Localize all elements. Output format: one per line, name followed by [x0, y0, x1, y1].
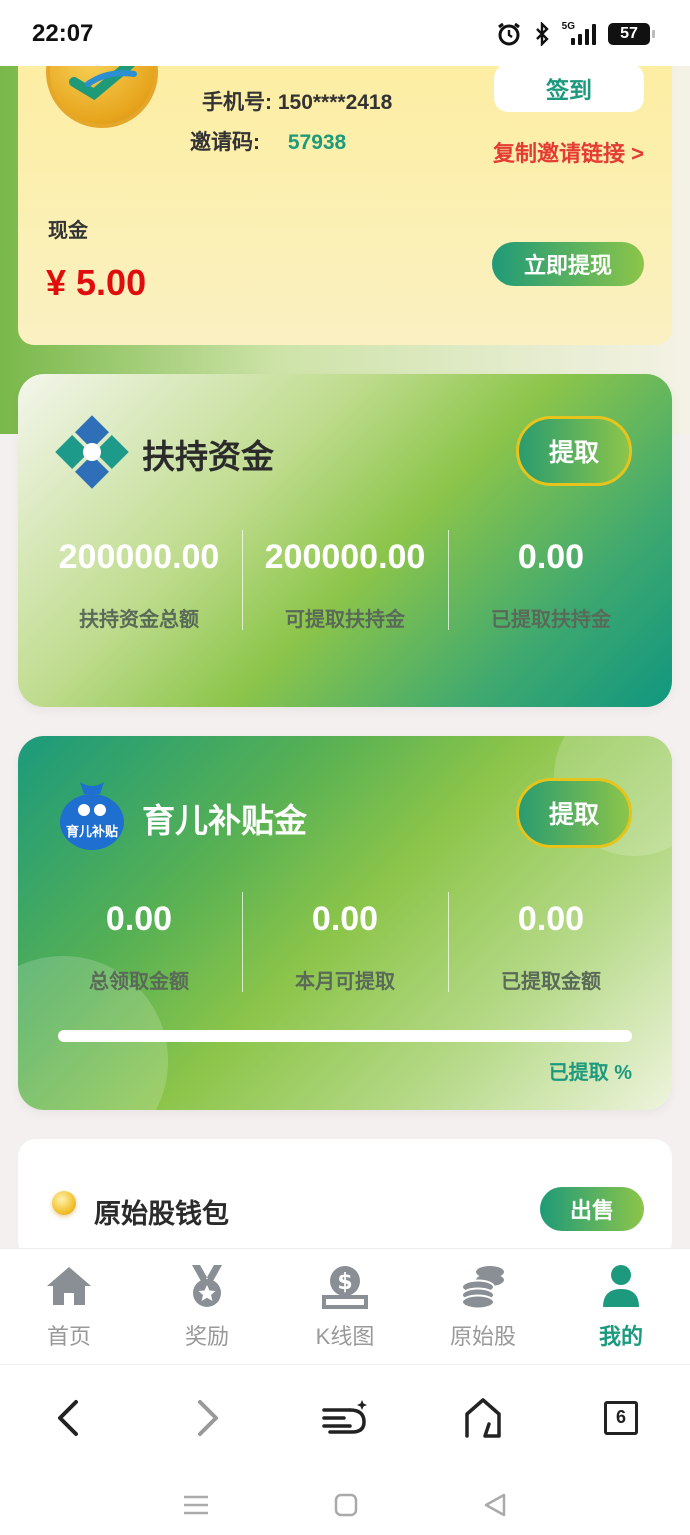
stat-total: 200000.00 扶持资金总额	[36, 530, 242, 632]
tab-label: 原始股	[449, 1324, 516, 1349]
stat-label: 总领取金额	[89, 971, 189, 993]
home-icon	[44, 1263, 94, 1309]
child-subsidy-title: 育儿补贴金	[142, 802, 307, 839]
stat-value: 0.00	[105, 900, 173, 938]
tab-label: 奖励	[184, 1324, 229, 1349]
cash-label: 现金	[48, 220, 88, 242]
tab-mine[interactable]: 我的	[552, 1249, 690, 1364]
stat-label: 已提取扶持金	[491, 609, 611, 631]
profile-card: 手机号: 150****2418 邀请码: 57938 签到 复制邀请链接 > …	[18, 16, 672, 345]
money-bag-icon: 育儿补贴	[54, 776, 130, 852]
home-nav-button[interactable]	[414, 1365, 552, 1474]
signin-button[interactable]: 签到	[494, 64, 644, 112]
tabs-button[interactable]: 6	[552, 1365, 690, 1474]
support-fund-extract-button[interactable]: 提取	[516, 416, 632, 486]
stat-extracted: 0.00 已提取扶持金	[448, 530, 654, 632]
chevron-right-icon	[198, 1399, 218, 1436]
home-outline-icon	[465, 1397, 501, 1438]
stat-label: 可提取扶持金	[285, 609, 405, 631]
child-subsidy-stats: 0.00 总领取金额 0.00 本月可提取 0.00 已提取金额	[36, 892, 654, 994]
support-fund-stats: 200000.00 扶持资金总额 200000.00 可提取扶持金 0.00 已…	[36, 530, 654, 632]
tab-label: 首页	[46, 1324, 91, 1349]
home-square-icon[interactable]	[333, 1492, 359, 1518]
coin-icon	[52, 1191, 76, 1215]
bluetooth-icon	[534, 22, 550, 46]
phone-label: 手机号:	[202, 91, 272, 114]
invite-label: 邀请码:	[190, 131, 260, 154]
sell-button[interactable]: 出售	[540, 1187, 644, 1231]
child-subsidy-icon-text: 育儿补贴	[66, 824, 118, 840]
menu-sparkle-icon	[322, 1399, 367, 1434]
support-fund-card: 扶持资金 提取 200000.00 扶持资金总额 200000.00 可提取扶持…	[18, 374, 672, 707]
bottom-tab-bar: 首页 奖励 $ K线图 原始股 我的	[0, 1248, 690, 1364]
svg-text:$: $	[337, 1270, 352, 1295]
tab-rewards[interactable]: 奖励	[138, 1249, 276, 1364]
cash-amount: ¥ 5.00	[46, 262, 147, 303]
withdraw-button[interactable]: 立即提现	[492, 242, 644, 286]
stat-label: 本月可提取	[295, 971, 395, 993]
tab-original-shares[interactable]: 原始股	[414, 1249, 552, 1364]
extraction-progress-bar	[58, 1030, 632, 1042]
system-navigation-bar	[0, 1474, 690, 1535]
stat-value: 0.00	[311, 900, 379, 938]
stat-extracted-amount: 0.00 已提取金额	[448, 892, 654, 994]
invite-row: 邀请码: 57938	[190, 126, 346, 156]
network-type: 5G	[561, 20, 575, 32]
chevron-left-icon	[58, 1399, 78, 1436]
stat-value: 200000.00	[264, 538, 426, 576]
invite-code: 57938	[287, 131, 347, 154]
original-share-wallet-card: 原始股钱包 出售	[18, 1139, 672, 1259]
status-icons: 5G 57	[496, 18, 655, 50]
tab-label: K线图	[315, 1324, 375, 1349]
stat-label: 已提取金额	[501, 971, 601, 993]
alarm-icon	[496, 21, 522, 47]
phone-row: 手机号: 150****2418	[202, 86, 392, 116]
progress-label: 已提取 %	[548, 1062, 632, 1084]
signal-icon: 5G	[561, 20, 596, 45]
menu-button[interactable]	[276, 1365, 414, 1474]
status-time: 22:07	[32, 20, 94, 47]
stat-label: 扶持资金总额	[79, 609, 199, 631]
forward-button[interactable]	[138, 1365, 276, 1474]
phone-number: 150****2418	[277, 91, 393, 114]
wallet-title: 原始股钱包	[94, 1199, 229, 1229]
dollar-bag-icon: $	[320, 1263, 370, 1309]
stat-value: 200000.00	[58, 538, 220, 576]
tab-kline[interactable]: $ K线图	[276, 1249, 414, 1364]
tab-count-icon: 6	[604, 1400, 638, 1435]
stat-available: 200000.00 可提取扶持金	[242, 530, 448, 632]
stat-month-available: 0.00 本月可提取	[242, 892, 448, 994]
child-subsidy-card: 育儿补贴 育儿补贴金 提取 0.00 总领取金额 0.00 本月可提取 0.00…	[18, 736, 672, 1110]
support-fund-title: 扶持资金	[142, 438, 274, 475]
stat-value: 0.00	[517, 538, 585, 576]
coins-stack-icon	[458, 1263, 508, 1309]
diamond-logo-icon	[54, 414, 130, 490]
child-subsidy-extract-button[interactable]: 提取	[516, 778, 632, 848]
browser-toolbar: 6	[0, 1364, 690, 1474]
user-icon	[596, 1263, 646, 1309]
status-bar: 22:07 5G 57	[0, 0, 690, 66]
stat-value: 0.00	[517, 900, 585, 938]
copy-invite-link[interactable]: 复制邀请链接 >	[493, 136, 644, 168]
back-button[interactable]	[0, 1365, 138, 1474]
battery-icon: 57	[608, 23, 655, 45]
tab-label: 我的	[598, 1324, 643, 1349]
recent-apps-icon[interactable]	[182, 1493, 210, 1517]
medal-icon	[182, 1263, 232, 1309]
tab-home[interactable]: 首页	[0, 1249, 138, 1364]
back-triangle-icon[interactable]	[482, 1492, 508, 1518]
stat-total-received: 0.00 总领取金额	[36, 892, 242, 994]
